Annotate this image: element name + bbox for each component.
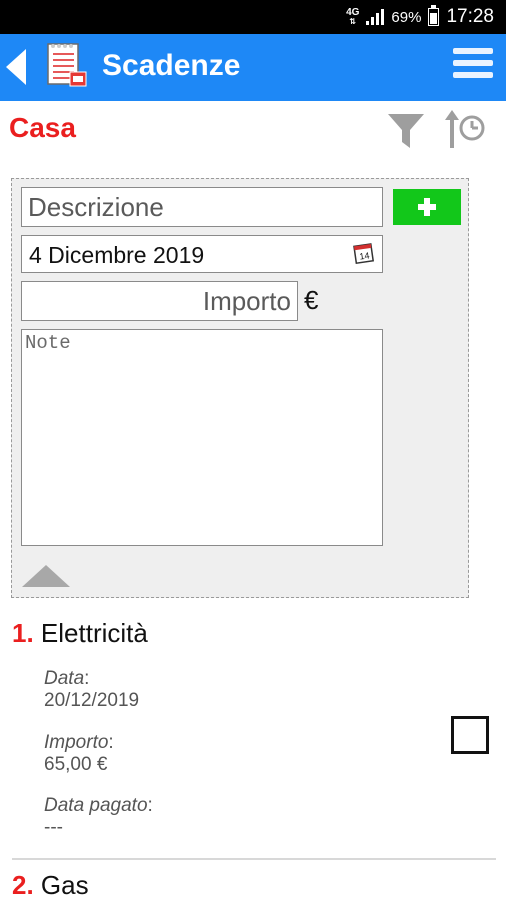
divider (12, 858, 496, 860)
menu-button[interactable] (453, 48, 493, 84)
battery-percent: 69% (391, 8, 422, 26)
collapse-form-button[interactable] (20, 563, 72, 589)
date-field[interactable]: 4 Dicembre 2019 14 (21, 235, 383, 273)
status-bar: 4G ⇅ 69% 17:28 (0, 0, 506, 34)
network-label: 4G (346, 7, 360, 18)
section-title: Casa (9, 112, 76, 143)
back-arrow-icon (6, 49, 26, 85)
item-name: Gas (40, 870, 89, 900)
date-value: 4 Dicembre 2019 (29, 242, 205, 268)
paid-checkbox[interactable] (451, 716, 489, 754)
new-expense-form: 4 Dicembre 2019 14 € (11, 178, 469, 598)
description-input[interactable] (22, 188, 382, 226)
item-amount: Importo: 65,00 € (44, 732, 114, 776)
sort-by-time-icon (445, 110, 485, 148)
item-number: 2. (12, 870, 34, 900)
item-paid-label: Data pagato (44, 795, 148, 816)
hamburger-menu-icon (453, 48, 493, 78)
back-button[interactable] (0, 34, 38, 101)
notes-textarea[interactable] (22, 330, 382, 545)
amount-field-box (21, 281, 298, 321)
battery-icon (428, 5, 440, 26)
label-colon: : (147, 795, 153, 816)
label-colon: : (108, 732, 114, 753)
item-paid-value: --- (44, 817, 63, 838)
signal-icon (366, 9, 385, 25)
item-amount-label: Importo (44, 732, 109, 753)
item-date: Data: 20/12/2019 (44, 668, 139, 712)
notes-field-box (21, 329, 383, 546)
label-colon: : (84, 668, 90, 689)
triangle-up-icon (22, 565, 70, 587)
item-paid-date: Data pagato: --- (44, 795, 153, 839)
item-amount-value: 65,00 € (44, 754, 108, 775)
item-header: 1. Elettricità (12, 618, 148, 649)
network-type: 4G ⇅ (346, 7, 360, 27)
data-arrows-icon: ⇅ (349, 17, 357, 26)
item-number: 1. (12, 618, 34, 648)
item-date-value: 20/12/2019 (44, 690, 140, 711)
filter-button[interactable] (386, 112, 426, 150)
document-list-icon (46, 42, 88, 92)
plus-icon-bar (418, 204, 436, 210)
sort-button[interactable] (444, 108, 488, 152)
filter-icon (388, 114, 424, 148)
app-title: Scadenze (102, 49, 241, 82)
description-field-box (21, 187, 383, 227)
add-button[interactable] (393, 189, 461, 225)
currency-symbol: € (304, 285, 319, 315)
amount-input[interactable] (22, 282, 297, 320)
clock: 17:28 (446, 6, 494, 27)
svg-text:14: 14 (359, 250, 370, 261)
item-date-label: Data (44, 668, 85, 689)
item-name: Elettricità (40, 618, 148, 648)
item-header: 2. Gas (12, 870, 89, 900)
calendar-icon[interactable]: 14 (353, 242, 375, 264)
app-bar: Scadenze (0, 34, 506, 101)
status-icons: 4G ⇅ 69% 17:28 (346, 0, 494, 34)
